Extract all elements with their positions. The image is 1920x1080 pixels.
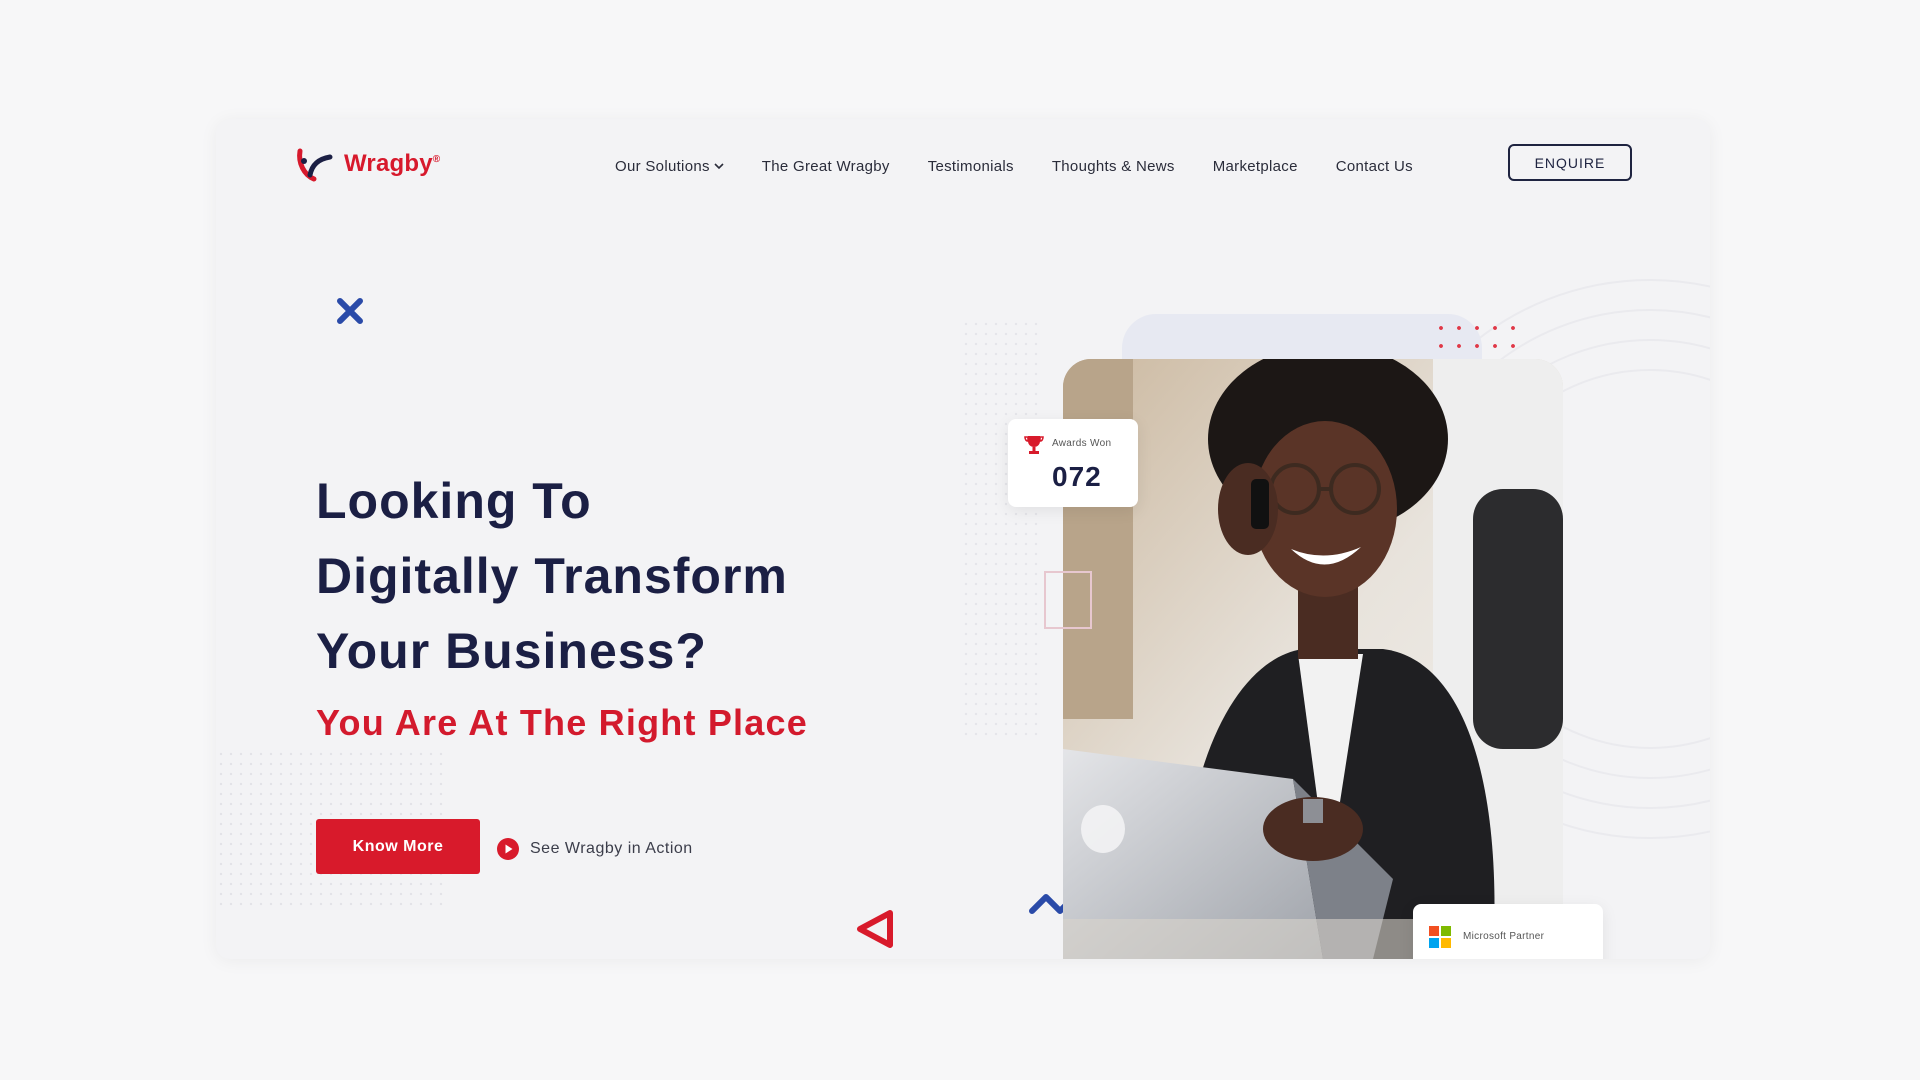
play-icon: [497, 838, 519, 860]
hero-title-line-3: Your Business?: [316, 623, 707, 679]
nav-thoughts-news[interactable]: Thoughts & News: [1033, 158, 1194, 175]
nav-contact-us[interactable]: Contact Us: [1317, 158, 1432, 175]
microsoft-partner-label: Microsoft Partner: [1463, 931, 1545, 942]
page: Wragby® Our Solutions The Great Wragby T…: [0, 0, 1920, 1080]
hero-title-line-2: Digitally Transform: [316, 548, 788, 604]
awards-value: 072: [1052, 461, 1102, 492]
x-mark-icon: [337, 298, 363, 324]
see-action-label: See Wragby in Action: [530, 840, 693, 857]
wragby-logo[interactable]: Wragby®: [294, 141, 454, 187]
nav-the-great-wragby[interactable]: The Great Wragby: [743, 158, 909, 175]
nav-testimonials[interactable]: Testimonials: [909, 158, 1033, 175]
trophy-icon: [1024, 436, 1044, 454]
hero-title-line-1: Looking To: [316, 473, 592, 529]
know-more-button[interactable]: Know More: [316, 819, 480, 874]
nav-our-solutions[interactable]: Our Solutions: [596, 158, 743, 175]
awards-won-card: Awards Won 072: [1008, 419, 1138, 507]
nav-marketplace[interactable]: Marketplace: [1194, 158, 1317, 175]
chevron-down-icon: [714, 163, 724, 170]
awards-label: Awards Won: [1052, 438, 1112, 449]
hero-photo-woman-on-phone: [1063, 359, 1563, 959]
see-wragby-in-action-link[interactable]: See Wragby in Action: [496, 837, 693, 861]
dot-grid-center: [961, 319, 1041, 739]
microsoft-logo-icon: [1429, 926, 1451, 948]
enquire-button[interactable]: ENQUIRE: [1508, 144, 1632, 181]
logo-wordmark: Wragby®: [344, 150, 441, 177]
main-nav: Our Solutions The Great Wragby Testimoni…: [596, 149, 1432, 183]
decorative-outline-rectangle: [1044, 571, 1092, 629]
hero-title: Looking To Digitally Transform Your Busi…: [316, 464, 936, 689]
wragby-mark-icon: [297, 148, 333, 182]
hero-subtitle: You Are At The Right Place: [316, 702, 808, 743]
triangle-outline-icon: [857, 910, 893, 948]
microsoft-partner-card: Microsoft Partner: [1413, 904, 1603, 959]
hero-frame: Wragby® Our Solutions The Great Wragby T…: [216, 119, 1710, 959]
hero-photo-illustration: [1063, 359, 1563, 959]
